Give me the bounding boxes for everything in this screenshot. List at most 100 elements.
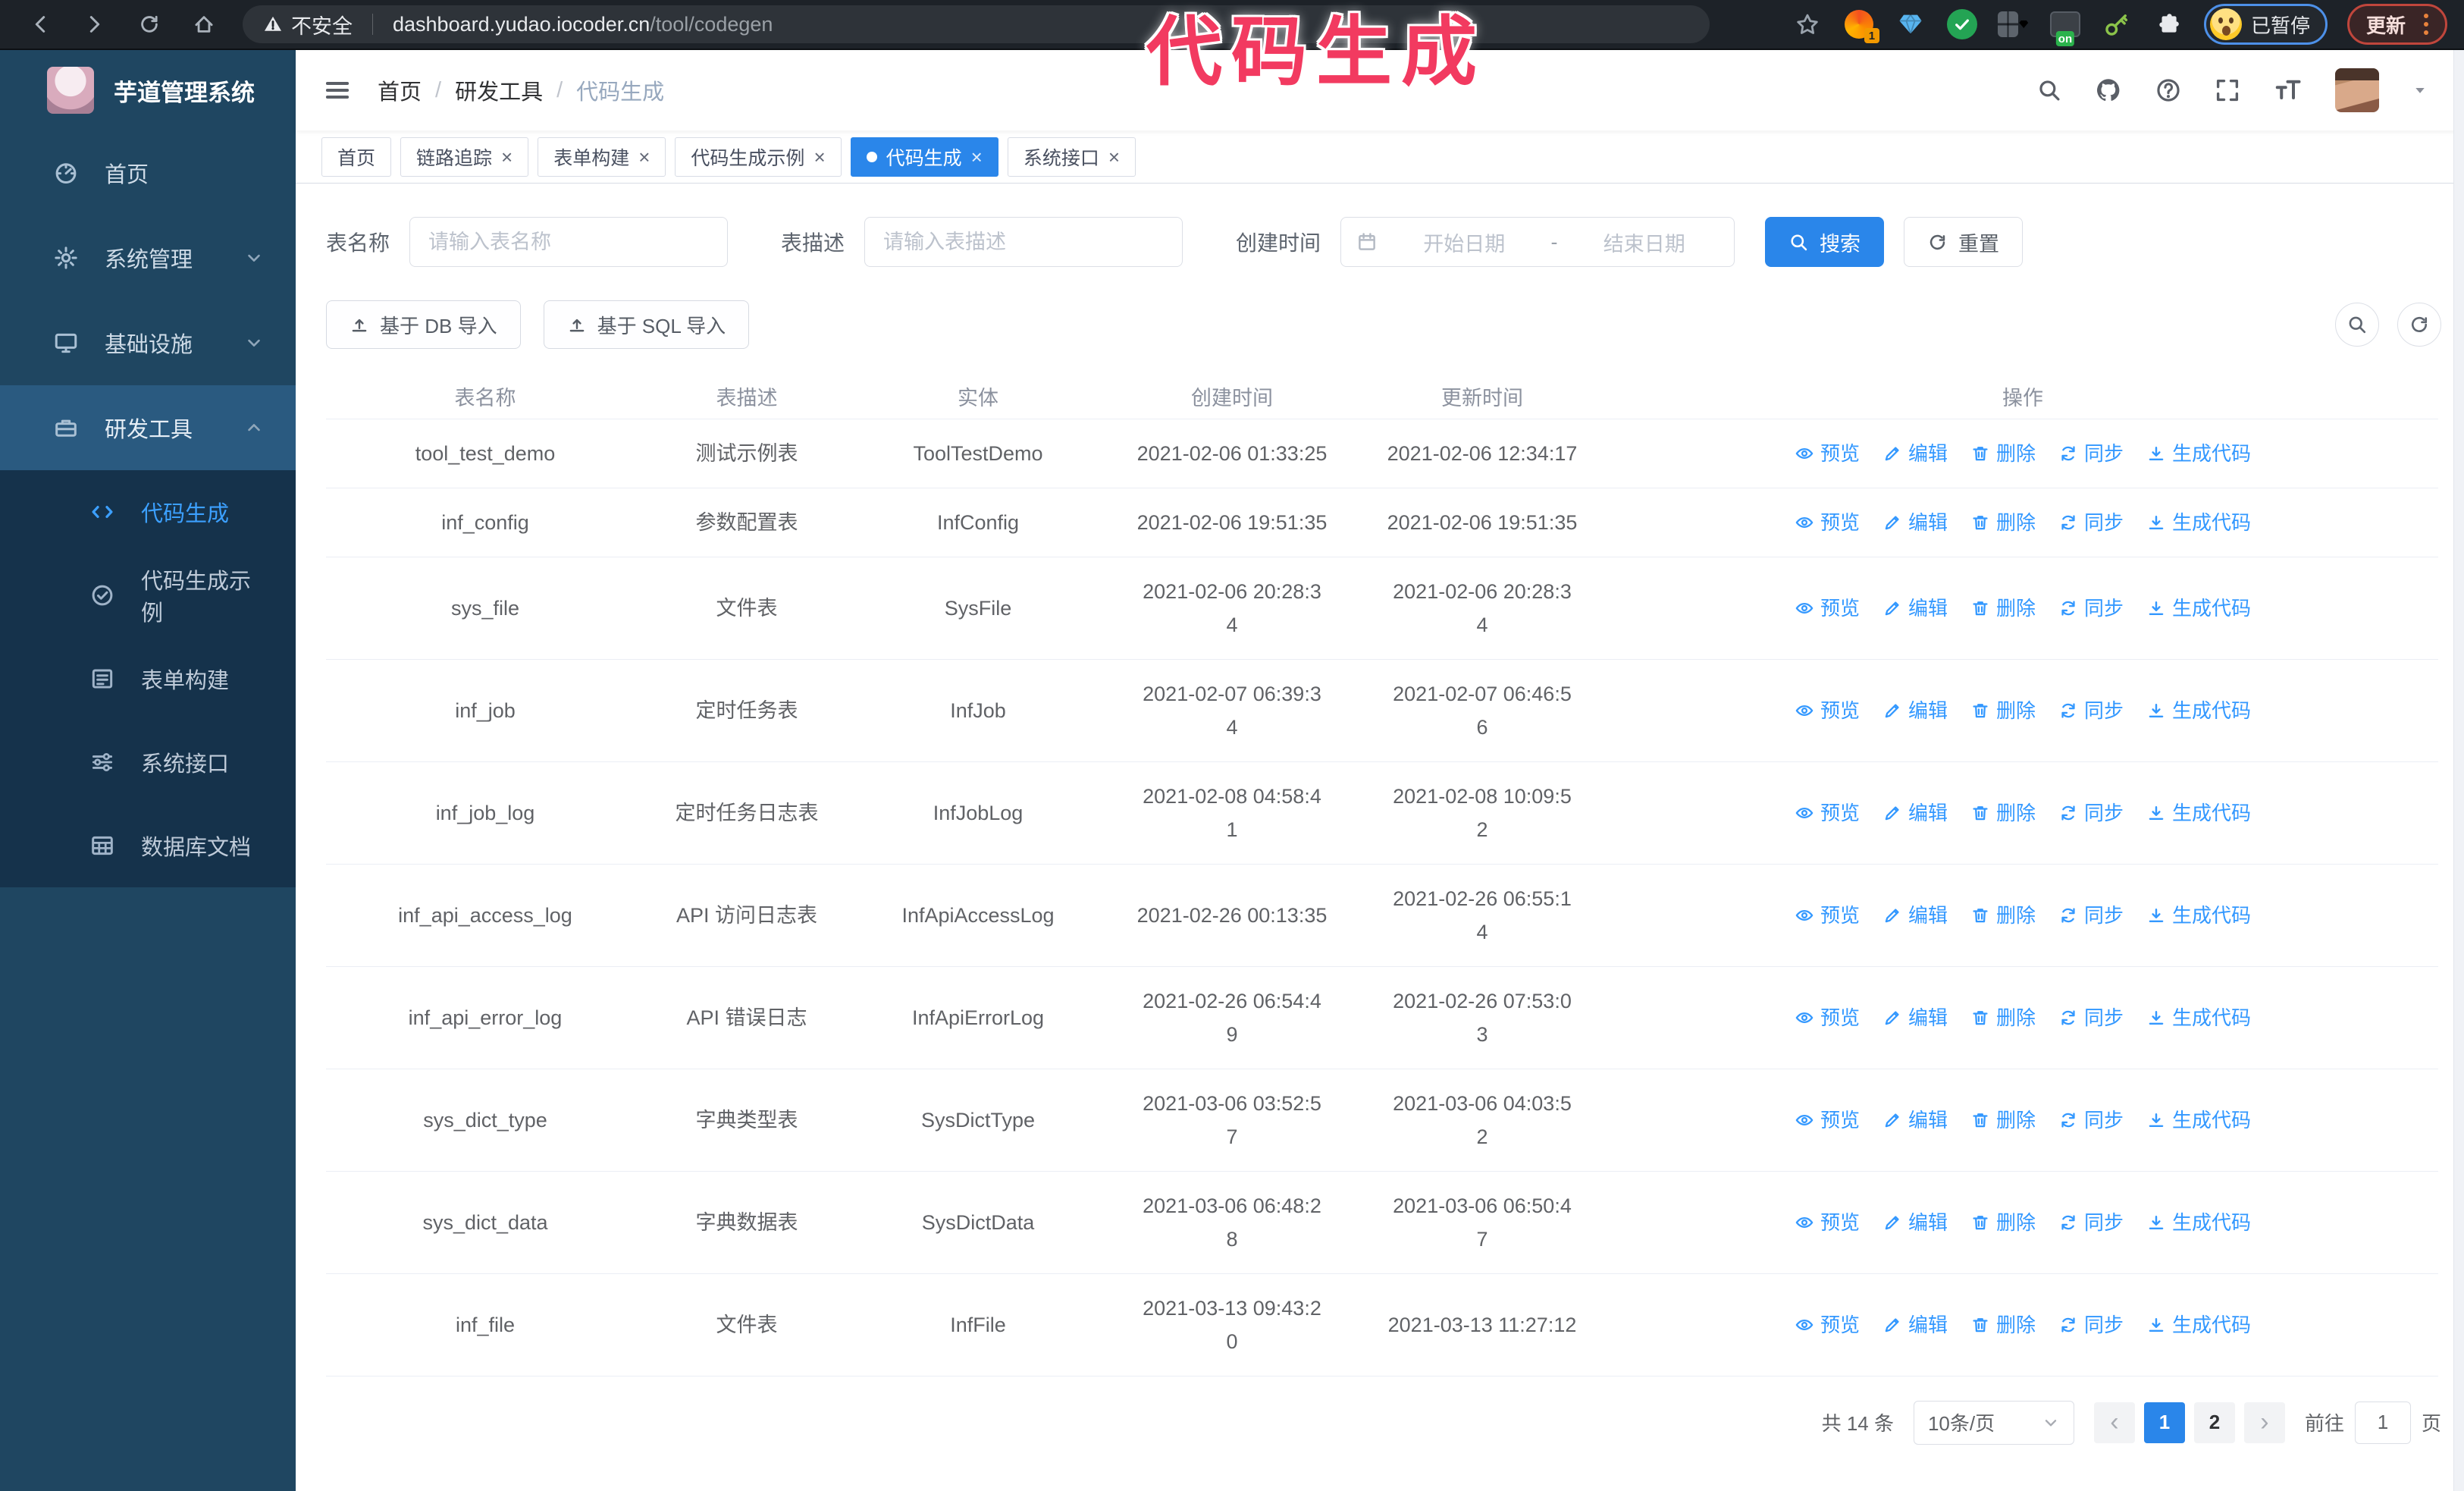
breadcrumb-item[interactable]: 首页: [378, 74, 422, 106]
extension-orange-icon[interactable]: 1: [1843, 8, 1879, 43]
sidebar-logo[interactable]: 芋道管理系统: [0, 50, 296, 130]
generate-code-link[interactable]: 生成代码: [2146, 437, 2251, 470]
user-avatar[interactable]: [2335, 68, 2379, 112]
sidebar-subitem-db-doc[interactable]: 数据库文档: [0, 804, 296, 887]
browser-reload-button[interactable]: [126, 4, 173, 45]
sync-link[interactable]: 同步: [2058, 1206, 2124, 1239]
generate-code-link[interactable]: 生成代码: [2146, 899, 2251, 932]
tab-close-icon[interactable]: ×: [813, 147, 825, 167]
refresh-table-button[interactable]: [2397, 303, 2441, 347]
sync-link[interactable]: 同步: [2058, 437, 2124, 470]
generate-code-link[interactable]: 生成代码: [2146, 506, 2251, 539]
delete-link[interactable]: 删除: [1970, 796, 2036, 830]
next-page-button[interactable]: ›: [2243, 1402, 2285, 1443]
sync-link[interactable]: 同步: [2058, 1103, 2124, 1137]
font-size-icon[interactable]: [2273, 75, 2303, 105]
delete-link[interactable]: 删除: [1970, 506, 2036, 539]
reset-button[interactable]: 重置: [1904, 217, 2024, 267]
delete-link[interactable]: 删除: [1970, 1308, 2036, 1342]
generate-code-link[interactable]: 生成代码: [2146, 796, 2251, 830]
extension-grid-icon[interactable]: [1997, 8, 2030, 40]
preview-link[interactable]: 预览: [1795, 796, 1860, 830]
generate-code-link[interactable]: 生成代码: [2146, 694, 2251, 727]
sidebar-item-infra[interactable]: 基础设施: [0, 300, 296, 385]
tab-close-icon[interactable]: ×: [501, 147, 513, 167]
preview-link[interactable]: 预览: [1795, 437, 1860, 470]
db-import-button[interactable]: 基于 DB 导入: [326, 300, 521, 349]
security-chip[interactable]: 不安全: [262, 10, 353, 39]
bookmark-star-icon[interactable]: [1792, 8, 1823, 40]
preview-link[interactable]: 预览: [1795, 1308, 1860, 1342]
delete-link[interactable]: 删除: [1970, 899, 2036, 932]
preview-link[interactable]: 预览: [1795, 694, 1860, 727]
delete-link[interactable]: 删除: [1970, 592, 2036, 625]
preview-link[interactable]: 预览: [1795, 1206, 1860, 1239]
page-button-1[interactable]: 1: [2143, 1402, 2185, 1443]
browser-update-button[interactable]: 更新: [2346, 4, 2447, 45]
toggle-search-button[interactable]: [2335, 303, 2379, 347]
edit-link[interactable]: 编辑: [1882, 1308, 1948, 1342]
avatar-caret-down-icon[interactable]: [2411, 81, 2429, 99]
generate-code-link[interactable]: 生成代码: [2146, 592, 2251, 625]
preview-link[interactable]: 预览: [1795, 1001, 1860, 1034]
delete-link[interactable]: 删除: [1970, 437, 2036, 470]
tab-2[interactable]: 表单构建 ×: [538, 137, 666, 177]
browser-home-button[interactable]: [180, 4, 227, 45]
edit-link[interactable]: 编辑: [1882, 899, 1948, 932]
sync-link[interactable]: 同步: [2058, 1308, 2124, 1342]
delete-link[interactable]: 删除: [1970, 1001, 2036, 1034]
address-bar[interactable]: 不安全 dashboard.yudao.iocoder.cn/tool/code…: [243, 5, 1710, 43]
edit-link[interactable]: 编辑: [1882, 694, 1948, 727]
tab-active[interactable]: 代码生成 ×: [850, 137, 998, 177]
edit-link[interactable]: 编辑: [1882, 437, 1948, 470]
tab-5[interactable]: 系统接口 ×: [1007, 137, 1136, 177]
sidebar-item-home[interactable]: 首页: [0, 130, 296, 215]
sync-link[interactable]: 同步: [2058, 1001, 2124, 1034]
sidebar-subitem-codegen-example[interactable]: 代码生成示例: [0, 554, 296, 637]
tab-1[interactable]: 链路追踪 ×: [400, 137, 529, 177]
preview-link[interactable]: 预览: [1795, 1103, 1860, 1137]
page-size-select[interactable]: 10条/页: [1913, 1400, 2074, 1445]
extension-onoff-icon[interactable]: on: [2049, 8, 2081, 46]
sidebar-item-system[interactable]: 系统管理: [0, 215, 296, 300]
sidebar-subitem-system-api[interactable]: 系统接口: [0, 720, 296, 804]
edit-link[interactable]: 编辑: [1882, 796, 1948, 830]
sidebar-subitem-form-build[interactable]: 表单构建: [0, 637, 296, 720]
edit-link[interactable]: 编辑: [1882, 1001, 1948, 1034]
extension-gem-icon[interactable]: [1895, 8, 1926, 40]
generate-code-link[interactable]: 生成代码: [2146, 1001, 2251, 1034]
sync-link[interactable]: 同步: [2058, 506, 2124, 539]
preview-link[interactable]: 预览: [1795, 592, 1860, 625]
hamburger-icon[interactable]: [323, 76, 352, 105]
extension-shield-check-icon[interactable]: [1946, 8, 1978, 40]
extension-key-icon[interactable]: [2101, 8, 2133, 40]
fullscreen-icon[interactable]: [2214, 77, 2241, 104]
sql-import-button[interactable]: 基于 SQL 导入: [543, 300, 750, 349]
extension-puzzle-icon[interactable]: [2152, 8, 2184, 40]
sync-link[interactable]: 同步: [2058, 694, 2124, 727]
sidebar-subitem-codegen[interactable]: 代码生成: [0, 470, 296, 554]
generate-code-link[interactable]: 生成代码: [2146, 1308, 2251, 1342]
browser-profile-chip[interactable]: 已暂停: [2203, 4, 2328, 45]
header-search-icon[interactable]: [2036, 77, 2062, 103]
generate-code-link[interactable]: 生成代码: [2146, 1206, 2251, 1239]
tab-close-icon[interactable]: ×: [971, 147, 983, 167]
preview-link[interactable]: 预览: [1795, 899, 1860, 932]
search-button[interactable]: 搜索: [1765, 217, 1885, 267]
sync-link[interactable]: 同步: [2058, 899, 2124, 932]
help-icon[interactable]: [2155, 77, 2182, 104]
prev-page-button[interactable]: ‹: [2093, 1402, 2135, 1443]
tab-0[interactable]: 首页: [321, 137, 392, 177]
sync-link[interactable]: 同步: [2058, 796, 2124, 830]
edit-link[interactable]: 编辑: [1882, 506, 1948, 539]
generate-code-link[interactable]: 生成代码: [2146, 1103, 2251, 1137]
delete-link[interactable]: 删除: [1970, 694, 2036, 727]
delete-link[interactable]: 删除: [1970, 1206, 2036, 1239]
preview-link[interactable]: 预览: [1795, 506, 1860, 539]
table-desc-input[interactable]: [864, 217, 1183, 267]
tab-3[interactable]: 代码生成示例 ×: [675, 137, 842, 177]
page-button-2[interactable]: 2: [2193, 1402, 2235, 1443]
sidebar-item-devtools[interactable]: 研发工具: [0, 385, 296, 470]
tab-close-icon[interactable]: ×: [638, 147, 650, 167]
tab-close-icon[interactable]: ×: [1108, 147, 1120, 167]
